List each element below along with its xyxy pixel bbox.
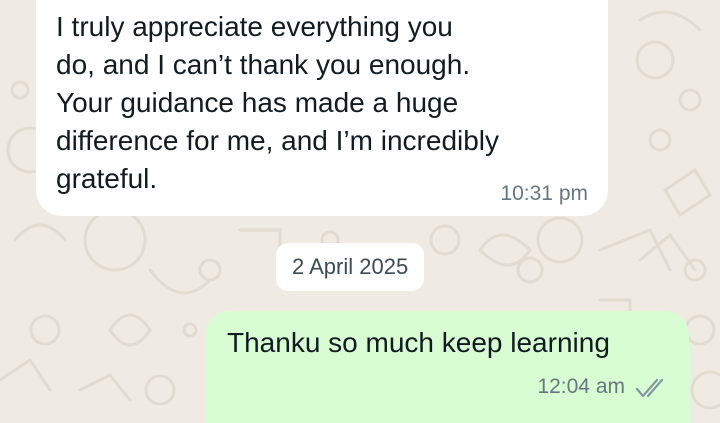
- outgoing-message-bubble[interactable]: Thanku so much keep learning 12:04 am: [205, 311, 689, 423]
- outgoing-message-text: Thanku so much keep learning: [227, 327, 610, 358]
- double-check-icon: [635, 378, 664, 398]
- incoming-message-bubble[interactable]: I truly appreciate everything you do, an…: [36, 0, 608, 216]
- incoming-message-text: I truly appreciate everything you do, an…: [56, 11, 500, 194]
- outgoing-message-time: 12:04 am: [537, 375, 625, 398]
- date-separator: 2 April 2025: [276, 243, 425, 291]
- incoming-message-time: 10:31 pm: [500, 182, 588, 205]
